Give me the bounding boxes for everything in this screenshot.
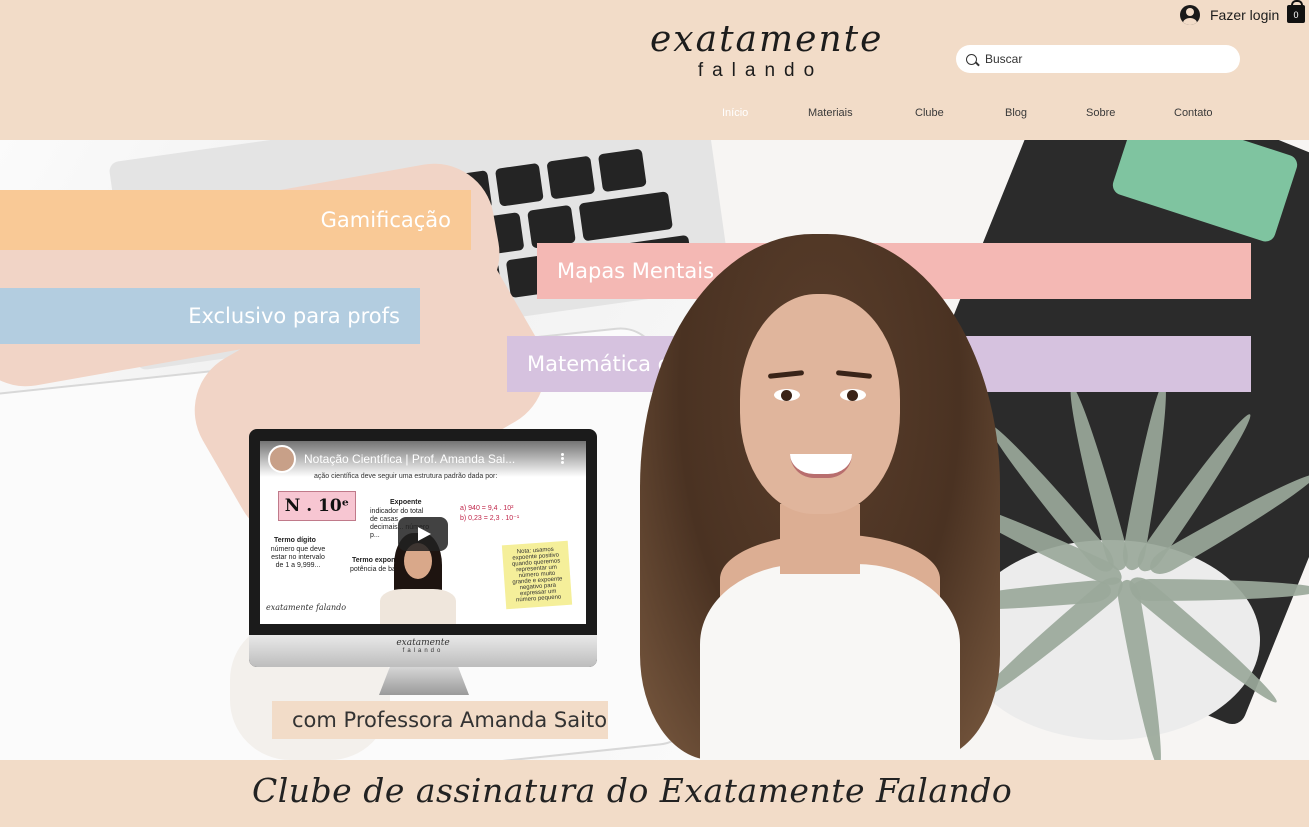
cart-count: 0 [1293, 10, 1299, 20]
video-example-a: a) 940 = 9,4 . 10² [460, 505, 514, 512]
video-logo: exatamente falando [266, 603, 347, 612]
youtube-embed[interactable]: ação científica deve seguir uma estrutur… [260, 441, 586, 624]
video-termo-digito: Termo dígito [274, 537, 316, 544]
nav-item-clube[interactable]: Clube [915, 107, 944, 119]
channel-avatar[interactable] [268, 445, 296, 473]
site-logo[interactable]: exatamente falando [650, 19, 884, 82]
tag-gamificacao: Gamificação [0, 190, 471, 250]
hero-caption-text: com Professora Amanda Saito [292, 708, 608, 732]
monitor-stand [379, 667, 469, 695]
face [740, 294, 900, 514]
teacher-photo [610, 234, 1030, 760]
logo-main-text: exatamente [650, 19, 884, 60]
main-nav: Início Materiais Clube Blog Sobre Contat… [0, 107, 1309, 123]
video-title-bar: Notação Científica | Prof. Amanda Sai... [260, 441, 586, 477]
site-header: exatamente falando Fazer login 0 Início … [0, 0, 1309, 140]
chin-sub: falando [402, 648, 444, 654]
video-title[interactable]: Notação Científica | Prof. Amanda Sai... [304, 452, 544, 466]
nav-item-inicio[interactable]: Início [722, 107, 748, 119]
hero-caption: com Professora Amanda Saito [272, 701, 608, 739]
video-monitor: ação científica deve seguir uma estrutur… [249, 429, 597, 695]
club-strip: Clube de assinatura do Exatamente Faland… [0, 760, 1309, 827]
tag-exclusivo-label: Exclusivo para profs [188, 304, 400, 328]
user-avatar-icon [1180, 5, 1200, 25]
nav-item-sobre[interactable]: Sobre [1086, 107, 1115, 119]
monitor-chin: exatamente falando [249, 635, 597, 667]
video-note: Nota: usamos expoente positivo quando qu… [501, 540, 573, 610]
nav-item-contato[interactable]: Contato [1174, 107, 1213, 119]
formula-box: N . 10ᵉ [278, 491, 356, 521]
club-title: Clube de assinatura do Exatamente Faland… [252, 771, 1013, 810]
video-termo-digito-desc: número que deve estar no intervalo de 1 … [270, 546, 326, 569]
smile [790, 454, 852, 478]
nav-item-materiais[interactable]: Materiais [808, 107, 853, 119]
chin-logo: exatamente [396, 638, 450, 648]
login-button[interactable]: Fazer login [1180, 3, 1279, 27]
tag-gamificacao-label: Gamificação [320, 208, 451, 232]
tag-exclusivo: Exclusivo para profs [0, 288, 420, 344]
logo-sub-text: falando [697, 60, 824, 81]
login-label: Fazer login [1210, 7, 1280, 23]
play-button-icon[interactable] [398, 517, 448, 551]
search-box [956, 45, 1240, 73]
white-top [700, 564, 960, 760]
video-example-b: b) 0,23 = 2,3 . 10⁻¹ [460, 515, 520, 522]
cart-icon[interactable]: 0 [1287, 0, 1305, 23]
search-input[interactable] [985, 52, 1225, 66]
nav-item-blog[interactable]: Blog [1005, 107, 1027, 119]
hero-banner: Gamificação Exclusivo para profs Mapas M… [0, 140, 1309, 760]
more-options-icon[interactable] [561, 457, 564, 460]
search-icon[interactable] [966, 53, 977, 65]
video-expoente: Expoente [390, 499, 422, 506]
